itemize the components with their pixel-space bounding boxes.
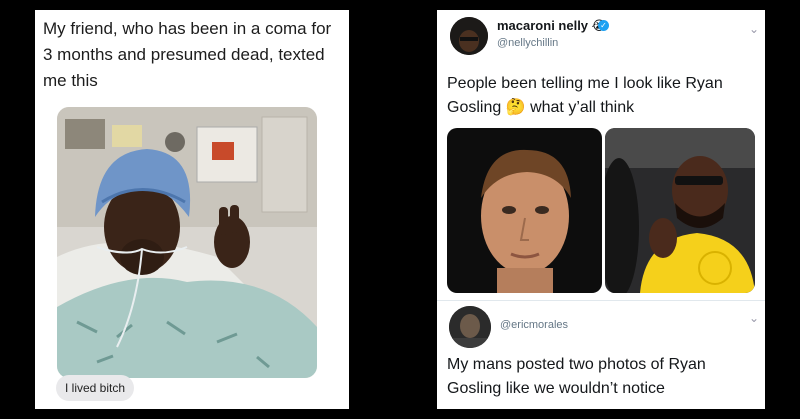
reply-avatar[interactable]: [449, 306, 491, 348]
tweet-divider: [437, 300, 765, 301]
reply-text: My mans posted two photos of Ryan Goslin…: [447, 356, 706, 397]
verified-badge-icon: ✓: [598, 20, 609, 31]
tweet-text-part2: what y’all think: [530, 99, 635, 116]
right-meme-panel: macaroni nelly 😭 ✓ @nellychillin ⌄ Peopl…: [437, 10, 765, 409]
tweet-avatar[interactable]: [450, 17, 488, 55]
tweet-photo-right[interactable]: [605, 128, 755, 293]
meme-caption: My friend, who has been in a coma for 3 …: [43, 19, 332, 90]
tweet-author-name[interactable]: macaroni nelly 😭: [497, 18, 607, 34]
tweet-text: People been telling me I look like Ryan …: [447, 72, 747, 120]
hospital-selfie-photo[interactable]: [57, 107, 317, 378]
tweet-text-emoji: 🤔: [505, 99, 526, 116]
tweet-author-handle[interactable]: @nellychillin: [497, 37, 558, 49]
reply-author-handle[interactable]: @ericmorales: [500, 319, 568, 331]
reply-chevron-down-icon[interactable]: ⌄: [749, 311, 759, 325]
tweet-author-name-text: macaroni nelly: [497, 18, 589, 33]
text-message-bubble: I lived bitch: [56, 375, 134, 401]
tweet-photo-left[interactable]: [447, 128, 602, 293]
left-meme-panel: My friend, who has been in a coma for 3 …: [35, 10, 349, 409]
chevron-down-icon[interactable]: ⌄: [749, 22, 759, 36]
